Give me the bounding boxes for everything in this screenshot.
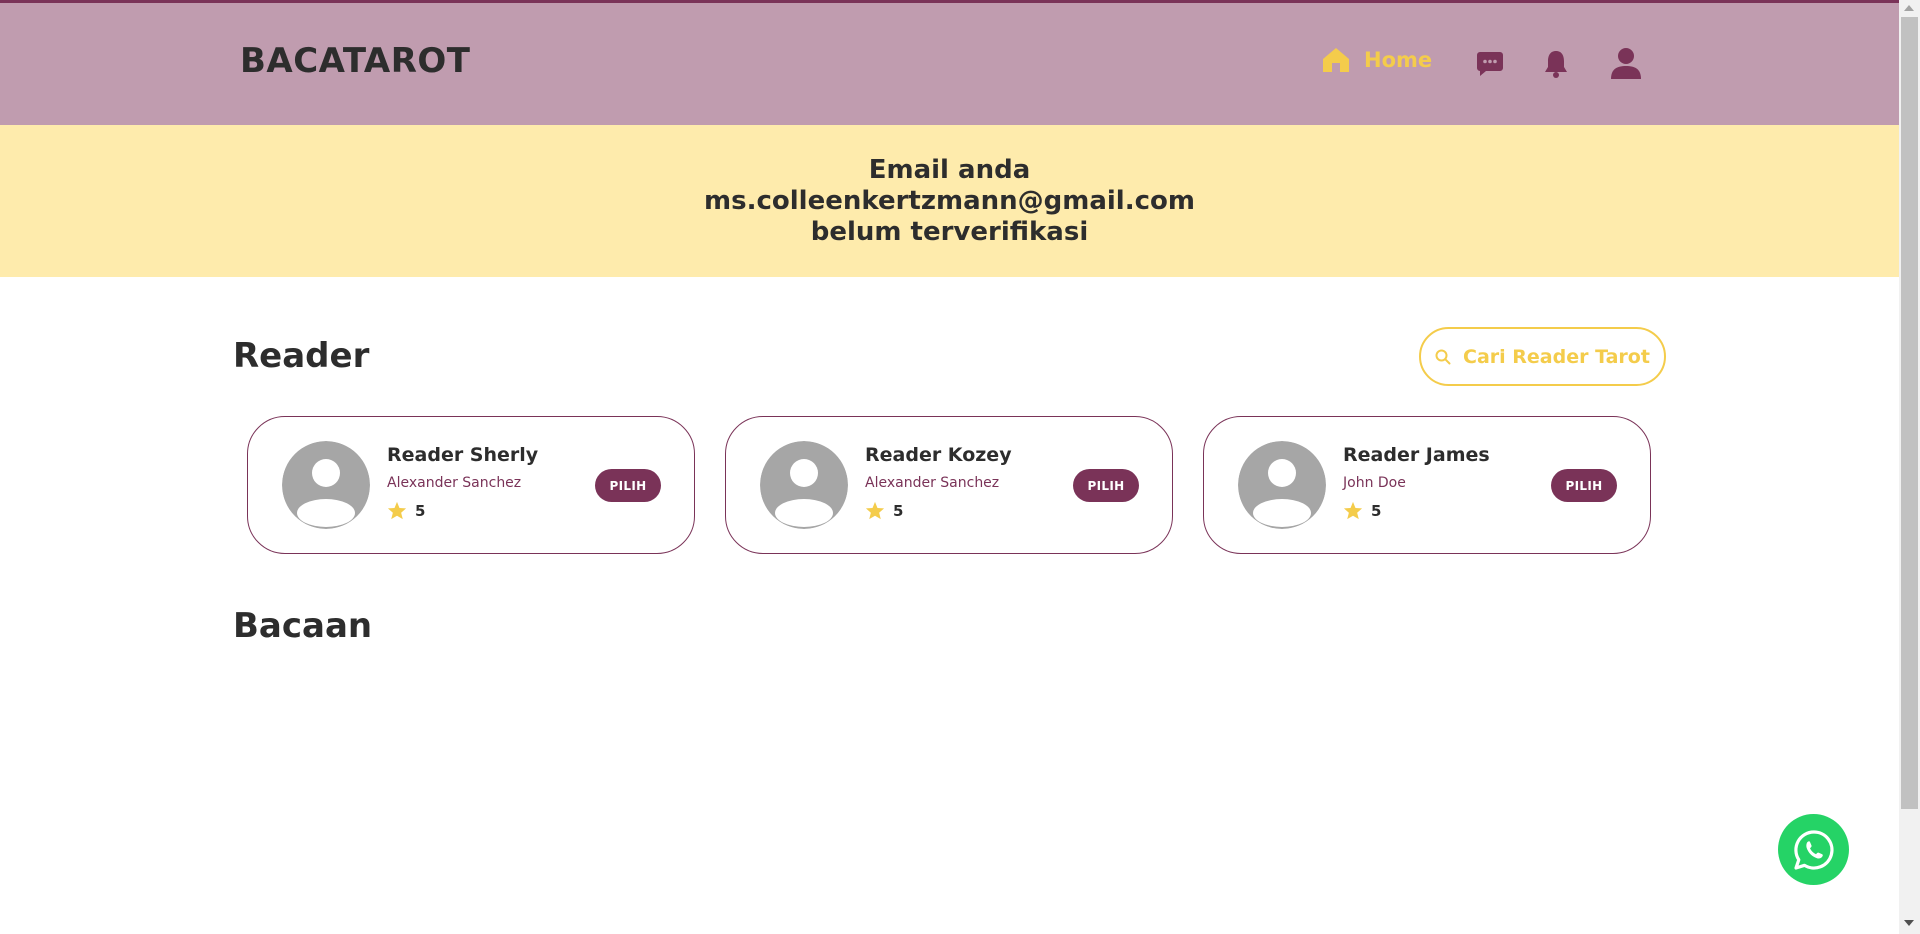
reader-name: Reader Sherly: [387, 444, 539, 466]
scroll-thumb[interactable]: [1901, 17, 1918, 809]
bacaan-section-title: Bacaan: [233, 606, 373, 646]
reader-card[interactable]: Reader Kozey Alexander Sanchez 5 PILIH: [725, 416, 1173, 554]
star-icon: [387, 501, 407, 520]
scroll-up-arrow-icon[interactable]: [1904, 5, 1914, 11]
avatar-placeholder-icon: [760, 441, 848, 529]
nav-home[interactable]: Home: [1322, 47, 1432, 73]
reader-owner: Alexander Sanchez: [387, 475, 522, 491]
star-icon: [865, 501, 885, 520]
search-reader-label: Cari Reader Tarot: [1463, 345, 1650, 368]
reader-owner: John Doe: [1343, 475, 1406, 491]
reader-rating: 5: [1343, 501, 1381, 520]
reader-owner: Alexander Sanchez: [865, 475, 1000, 491]
pick-reader-button[interactable]: PILIH: [595, 469, 661, 502]
avatar: [282, 441, 370, 529]
bell-icon[interactable]: [1543, 49, 1569, 79]
email-verification-banner: Email anda ms.colleenkertzmann@gmail.com…: [0, 125, 1899, 277]
whatsapp-button[interactable]: [1778, 814, 1849, 885]
reader-section-title: Reader: [233, 336, 370, 376]
home-icon: [1323, 48, 1349, 72]
reader-name: Reader Kozey: [865, 444, 1012, 466]
verify-line-3: belum terverifikasi: [810, 217, 1089, 247]
page: BACATAROT Home Email anda ms.colleenkert…: [0, 0, 1920, 934]
scroll-down-arrow-icon[interactable]: [1904, 920, 1914, 926]
brand-logo[interactable]: BACATAROT: [240, 41, 471, 81]
user-icon[interactable]: [1610, 47, 1642, 79]
reader-card[interactable]: Reader James John Doe 5 PILIH: [1203, 416, 1651, 554]
search-reader-button[interactable]: Cari Reader Tarot: [1419, 327, 1666, 386]
reader-rating: 5: [387, 501, 425, 520]
chat-icon[interactable]: [1476, 51, 1504, 77]
verify-email: ms.colleenkertzmann@gmail.com: [704, 186, 1195, 216]
verify-line-1: Email anda: [868, 155, 1031, 185]
star-icon: [1343, 501, 1363, 520]
vertical-scrollbar[interactable]: [1899, 0, 1920, 934]
rating-value: 5: [415, 501, 426, 520]
rating-value: 5: [893, 501, 904, 520]
pick-reader-button[interactable]: PILIH: [1073, 469, 1139, 502]
avatar: [1238, 441, 1326, 529]
search-icon: [1435, 349, 1451, 364]
whatsapp-icon: [1793, 829, 1834, 870]
pick-reader-button[interactable]: PILIH: [1551, 469, 1617, 502]
avatar-placeholder-icon: [282, 441, 370, 529]
reader-card[interactable]: Reader Sherly Alexander Sanchez 5 PILIH: [247, 416, 695, 554]
reader-rating: 5: [865, 501, 903, 520]
nav-home-label: Home: [1364, 48, 1433, 72]
avatar: [760, 441, 848, 529]
avatar-placeholder-icon: [1238, 441, 1326, 529]
rating-value: 5: [1371, 501, 1382, 520]
navbar: BACATAROT Home: [0, 3, 1899, 125]
reader-name: Reader James: [1343, 444, 1490, 466]
